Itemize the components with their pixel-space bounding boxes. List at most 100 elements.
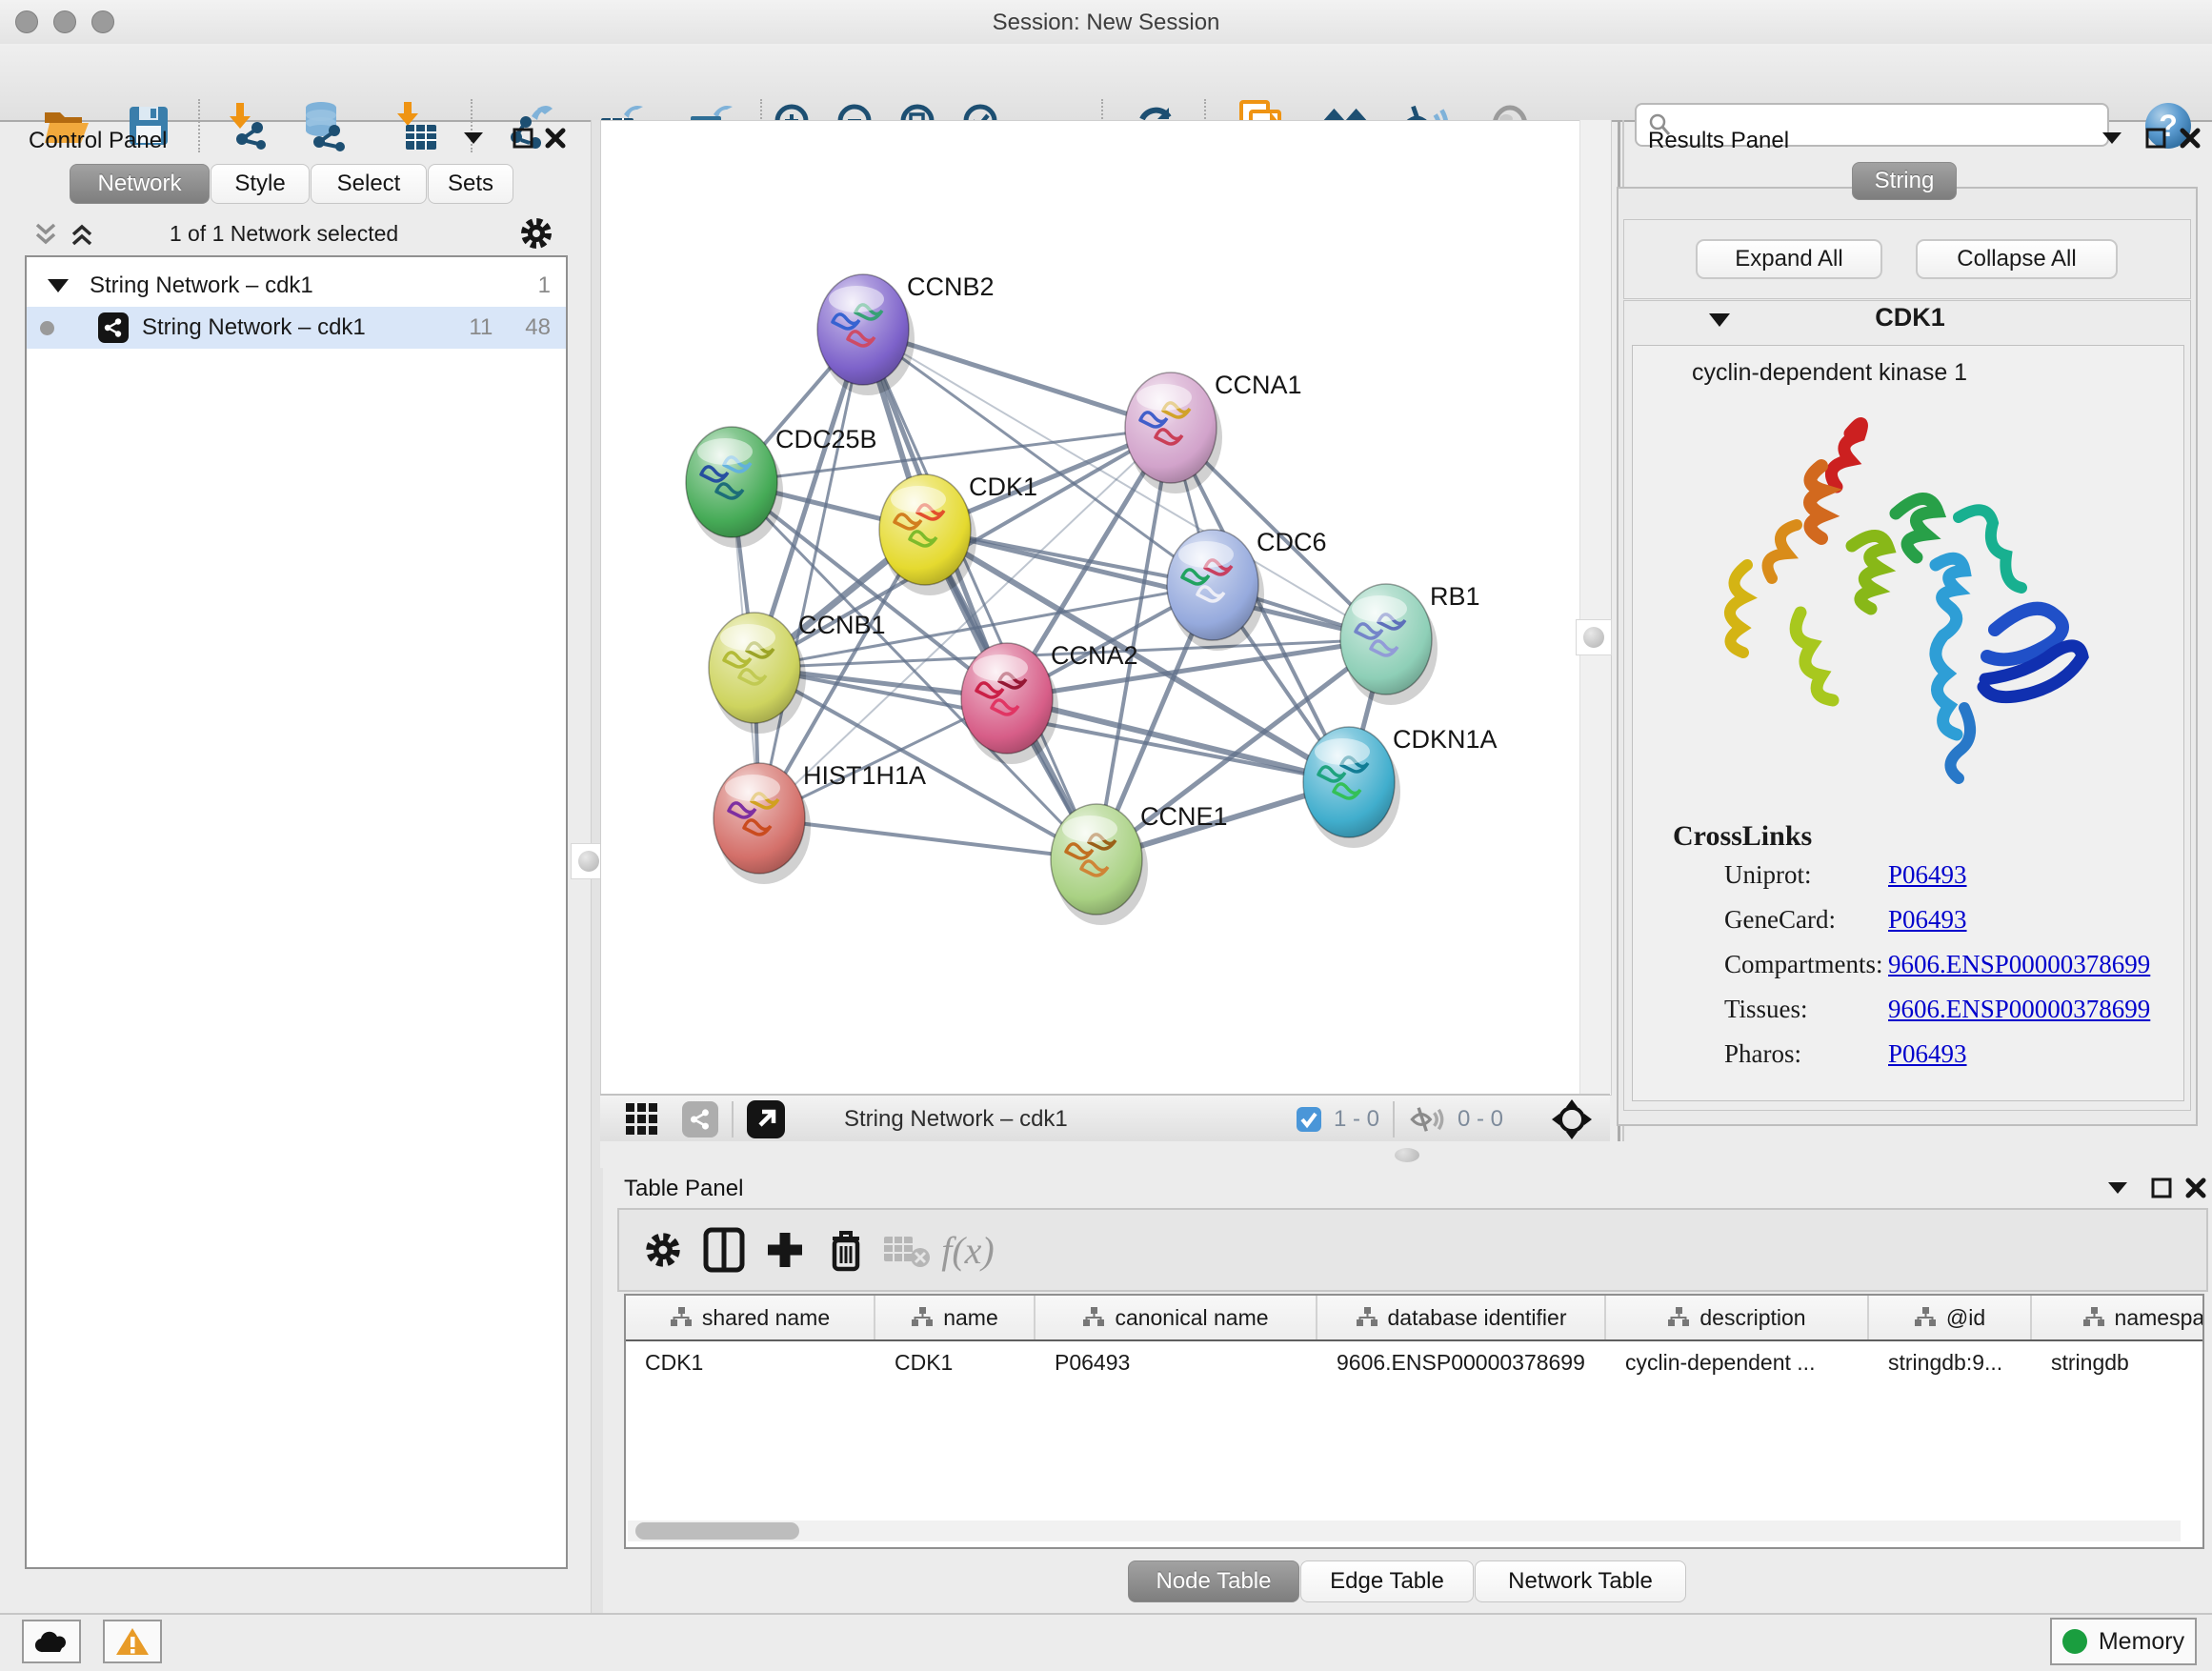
cloud-status-button[interactable] <box>22 1620 81 1663</box>
control-panel-menu-icon[interactable] <box>457 124 490 152</box>
crosslink-label: Tissues: <box>1724 995 1808 1024</box>
column-type-icon <box>1667 1307 1690 1328</box>
string-view-button[interactable] <box>682 1101 718 1137</box>
tab-style[interactable]: Style <box>211 164 310 204</box>
delete-column-button[interactable] <box>815 1219 876 1280</box>
show-columns-button[interactable] <box>694 1219 754 1280</box>
crosslink-row: Tissues: 9606.ENSP00000378699 <box>1633 995 2183 1038</box>
control-panel-close-icon[interactable] <box>539 124 572 152</box>
crosslink-label: Pharos: <box>1724 1039 1801 1069</box>
protein-collapse-icon[interactable] <box>1708 312 1731 328</box>
table-row[interactable]: CDK1CDK1P064939606.ENSP00000378699cyclin… <box>626 1341 2202 1383</box>
tab-select[interactable]: Select <box>311 164 427 204</box>
node-CCNB2[interactable]: CCNB2 <box>817 272 995 395</box>
column-header-shared-name[interactable]: shared name <box>626 1296 875 1339</box>
table-cell[interactable]: 9606.ENSP00000378699 <box>1317 1341 1606 1383</box>
results-panel-close-icon[interactable] <box>2174 124 2206 152</box>
results-panel-float-icon[interactable] <box>2140 124 2172 152</box>
tab-network-table[interactable]: Network Table <box>1475 1560 1686 1602</box>
crosslink-value-link[interactable]: 9606.ENSP00000378699 <box>1888 950 2150 979</box>
tab-edge-table[interactable]: Edge Table <box>1300 1560 1474 1602</box>
node-CCNE1[interactable]: CCNE1 <box>1051 802 1228 925</box>
table-cell[interactable]: CDK1 <box>626 1341 875 1383</box>
collapse-all-networks-icon[interactable] <box>32 221 59 248</box>
crosslink-row: Pharos: P06493 <box>1633 1039 2183 1083</box>
table-cell[interactable]: cyclin-dependent ... <box>1606 1341 1869 1383</box>
tab-string[interactable]: String <box>1852 162 1957 200</box>
splitter-handle-right[interactable] <box>1576 619 1612 655</box>
network-tree-root-row[interactable]: String Network – cdk1 1 <box>27 265 566 307</box>
memory-button[interactable]: Memory <box>2050 1618 2197 1665</box>
protein-details: cyclin-dependent kinase 1 <box>1632 345 2184 1101</box>
crosslinks-heading: CrossLinks <box>1673 820 1812 853</box>
column-header-label: namespace <box>2115 1305 2204 1331</box>
selected-checkbox-icon[interactable] <box>1296 1106 1322 1133</box>
network-view-toolbar: String Network – cdk1 1 - 0 0 - 0 <box>600 1094 1610 1143</box>
table-settings-gear-button[interactable] <box>633 1219 694 1280</box>
node-CCNA1[interactable]: CCNA1 <box>1125 371 1302 493</box>
add-column-button[interactable] <box>754 1219 815 1280</box>
node-label-CCNA2: CCNA2 <box>1051 641 1138 670</box>
crosslink-value-link[interactable]: P06493 <box>1888 905 1967 935</box>
toolbar-separator <box>732 1101 734 1137</box>
tab-node-table[interactable]: Node Table <box>1128 1560 1299 1602</box>
birds-eye-view-button[interactable] <box>747 1100 785 1138</box>
node-label-CDC6: CDC6 <box>1257 528 1327 556</box>
table-cell[interactable]: P06493 <box>1036 1341 1317 1383</box>
column-type-icon <box>911 1307 934 1328</box>
vertical-splitter-right[interactable] <box>1579 120 1611 1094</box>
column-header-name[interactable]: name <box>875 1296 1036 1339</box>
network-tree-row-selected[interactable]: String Network – cdk1 11 48 <box>27 307 566 349</box>
column-header-label: description <box>1699 1305 1805 1331</box>
crosslink-value-link[interactable]: 9606.ENSP00000378699 <box>1888 995 2150 1024</box>
crosslink-value-link[interactable]: P06493 <box>1888 1039 1967 1069</box>
node-label-CDC25B: CDC25B <box>775 425 877 453</box>
expand-collapse-bar: Expand All Collapse All <box>1623 219 2191 299</box>
column-header-label: database identifier <box>1388 1305 1567 1331</box>
table-panel-float-icon[interactable] <box>2145 1174 2178 1202</box>
column-header-label: canonical name <box>1115 1305 1268 1331</box>
crosslink-value-link[interactable]: P06493 <box>1888 860 1967 890</box>
table-cell[interactable]: CDK1 <box>875 1341 1036 1383</box>
node-HIST1H1A[interactable]: HIST1H1A <box>714 761 926 884</box>
function-builder-button[interactable]: f(x) <box>937 1219 998 1280</box>
tab-network-table-label: Network Table <box>1508 1568 1653 1595</box>
expand-all-button[interactable]: Expand All <box>1696 239 1882 279</box>
warnings-button[interactable] <box>103 1620 162 1663</box>
table-body: CDK1CDK1P064939606.ENSP00000378699cyclin… <box>626 1341 2202 1383</box>
column-header--id[interactable]: @id <box>1869 1296 2032 1339</box>
table-panel-menu-icon[interactable] <box>2101 1174 2134 1202</box>
network-canvas[interactable]: CCNB2CCNA1CDC25BCDK1CDC6RB1CCNB1CCNA2CDK… <box>600 120 1612 1096</box>
delete-table-button[interactable] <box>876 1219 937 1280</box>
tab-network[interactable]: Network <box>70 164 210 204</box>
node-CCNA2[interactable]: CCNA2 <box>961 641 1138 764</box>
node-CDC25B[interactable]: CDC25B <box>686 425 877 548</box>
column-header-label: shared name <box>702 1305 830 1331</box>
tree-expander-icon[interactable] <box>48 279 69 292</box>
column-header-database-identifier[interactable]: database identifier <box>1317 1296 1606 1339</box>
show-grid-button[interactable] <box>625 1102 659 1137</box>
h-scrollbar-thumb[interactable] <box>635 1522 799 1540</box>
node-label-RB1: RB1 <box>1430 582 1480 611</box>
collapse-all-button[interactable]: Collapse All <box>1916 239 2118 279</box>
table-panel-close-icon[interactable] <box>2180 1174 2212 1202</box>
network-options-gear-icon[interactable] <box>518 215 554 252</box>
column-header-label: @id <box>1946 1305 1985 1331</box>
table-cell[interactable]: stringdb:9... <box>1869 1341 2032 1383</box>
window-title: Session: New Session <box>0 10 2212 36</box>
h-scrollbar-track[interactable] <box>628 1520 2181 1541</box>
column-header-canonical-name[interactable]: canonical name <box>1036 1296 1317 1339</box>
node-CDKN1A[interactable]: CDKN1A <box>1303 725 1498 848</box>
column-header-description[interactable]: description <box>1606 1296 1869 1339</box>
node-RB1[interactable]: RB1 <box>1340 582 1480 705</box>
splitter-dot-icon[interactable] <box>1395 1148 1419 1162</box>
tab-node-table-label: Node Table <box>1156 1568 1272 1595</box>
tab-sets[interactable]: Sets <box>428 164 513 204</box>
pan-crosshair-button[interactable] <box>1551 1098 1593 1140</box>
expand-all-networks-icon[interactable] <box>69 221 95 248</box>
results-panel-menu-icon[interactable] <box>2096 124 2128 152</box>
control-panel-float-icon[interactable] <box>507 124 539 152</box>
table-header-row: shared name name canonical name database id… <box>626 1296 2202 1341</box>
column-header-namespace[interactable]: namespace <box>2032 1296 2204 1339</box>
table-cell[interactable]: stringdb <box>2032 1341 2204 1383</box>
